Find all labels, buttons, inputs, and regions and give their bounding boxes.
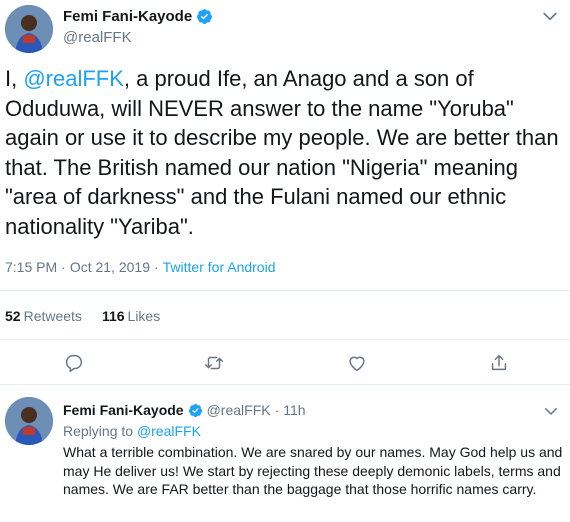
tweet-stats: 52 Retweets 116 Likes [5,308,160,324]
divider [0,339,570,340]
tweet-mention-link[interactable]: @realFFK [23,66,124,91]
tweet-source-link[interactable]: Twitter for Android [163,259,276,275]
meta-separator: · [153,259,159,275]
chevron-down-icon[interactable] [540,6,560,26]
meta-separator: · [61,259,66,275]
replying-to: Replying to @realFFK [63,423,201,439]
divider [0,384,570,385]
reply-author-handle[interactable]: @realFFK [207,402,271,418]
share-icon[interactable] [488,352,510,374]
tweet-text-prefix: I, [5,66,24,91]
reply-author-name[interactable]: Femi Fani-Kayode [63,402,184,418]
likes-stat[interactable]: 116 Likes [102,308,160,324]
tweet-text: I, @realFFK, a proud Ife, an Anago and a… [5,64,565,241]
chevron-down-icon[interactable] [542,402,560,420]
tweet-metadata: 7:15 PM · Oct 21, 2019 · Twitter for And… [5,259,275,275]
reply-text: What a terrible combination. We are snar… [63,444,563,497]
retweet-icon[interactable] [203,352,225,374]
divider [0,290,570,291]
tweet-actions [0,352,570,382]
verified-badge-icon [196,8,213,25]
author-handle[interactable]: @realFFK [63,29,132,46]
avatar[interactable] [5,397,53,445]
avatar[interactable] [5,5,53,53]
replying-to-link[interactable]: @realFFK [137,423,201,439]
main-tweet: Femi Fani-Kayode @realFFK I, @realFFK, a… [0,0,570,385]
author-name-row[interactable]: Femi Fani-Kayode [63,8,213,25]
retweets-stat[interactable]: 52 Retweets [5,308,82,324]
tweet-time[interactable]: 7:15 PM [5,259,57,275]
author-name[interactable]: Femi Fani-Kayode [63,8,192,25]
tweet-date[interactable]: Oct 21, 2019 [70,259,150,275]
reply-icon[interactable] [63,352,85,374]
meta-separator: · [274,402,280,418]
replying-label: Replying to [63,423,134,439]
heart-icon[interactable] [346,352,368,374]
reply-age[interactable]: 11h [283,402,305,418]
reply-author-row: Femi Fani-Kayode @realFFK · 11h [63,402,306,418]
verified-badge-icon [188,403,203,418]
tweet-text-body: , a proud Ife, an Anago and a son of Odu… [5,66,559,239]
